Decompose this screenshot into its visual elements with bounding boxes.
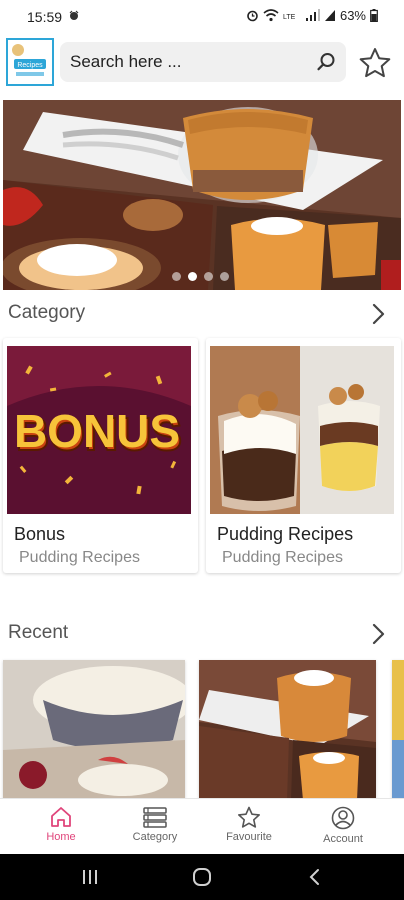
category-subtitle: Pudding Recipes bbox=[222, 549, 343, 566]
recent-section-header: Recent bbox=[0, 614, 404, 654]
category-section-header: Category bbox=[0, 294, 404, 334]
recent-card[interactable] bbox=[3, 660, 185, 800]
list-icon bbox=[143, 807, 167, 828]
star-icon bbox=[238, 806, 260, 828]
recent-image bbox=[392, 660, 404, 800]
notification-icon bbox=[69, 10, 79, 20]
carousel-dot[interactable] bbox=[172, 272, 181, 281]
search-input[interactable] bbox=[70, 42, 310, 82]
recent-image bbox=[3, 660, 185, 800]
chevron-right-icon[interactable] bbox=[368, 622, 388, 646]
bottom-navigation: Home Category Favourite Account bbox=[0, 798, 404, 854]
category-section-title: Category bbox=[8, 302, 86, 323]
recent-card[interactable] bbox=[199, 660, 376, 800]
battery-percent: 63% bbox=[339, 8, 366, 23]
back-icon[interactable] bbox=[304, 867, 326, 887]
nav-label: Favourite bbox=[226, 831, 272, 843]
signal-icon-2 bbox=[324, 10, 335, 21]
svg-text:LTE: LTE bbox=[283, 14, 296, 21]
carousel-dot[interactable] bbox=[220, 272, 229, 281]
nav-favourite[interactable]: Favourite bbox=[204, 799, 294, 855]
alarm-icon bbox=[247, 10, 258, 22]
nav-account[interactable]: Account bbox=[298, 799, 388, 855]
logo-text: Recipes bbox=[17, 62, 43, 69]
app-logo[interactable]: Recipes bbox=[6, 38, 54, 86]
battery-icon bbox=[370, 9, 378, 22]
category-subtitle: Pudding Recipes bbox=[19, 549, 140, 566]
recent-image bbox=[199, 660, 376, 800]
status-bar: 15:59 LTE 63% bbox=[0, 0, 404, 34]
home-icon bbox=[51, 807, 71, 827]
account-icon bbox=[331, 806, 355, 830]
category-image-bonus: BONUS BONUS bbox=[7, 346, 191, 514]
carousel-dot-active[interactable] bbox=[188, 272, 197, 281]
logo-image: Recipes bbox=[8, 40, 52, 84]
recent-section-title: Recent bbox=[8, 622, 69, 643]
recent-card-partial[interactable] bbox=[392, 660, 404, 800]
category-card-bonus[interactable]: BONUS BONUS Bonus Pudding Recipes bbox=[3, 338, 198, 573]
recents-icon[interactable] bbox=[79, 867, 101, 887]
nav-label: Account bbox=[323, 833, 363, 845]
search-bar[interactable] bbox=[60, 42, 346, 82]
status-icons: LTE 63% bbox=[246, 8, 378, 23]
nav-label: Category bbox=[132, 831, 178, 843]
category-card-pudding-recipes[interactable]: Pudding Recipes Pudding Recipes bbox=[206, 338, 401, 573]
category-name: Pudding Recipes bbox=[217, 524, 354, 544]
volte-icon: LTE bbox=[283, 14, 296, 21]
bonus-image-text-fill: BONUS bbox=[14, 405, 180, 457]
favourite-star-icon[interactable] bbox=[358, 46, 392, 80]
chevron-right-icon[interactable] bbox=[368, 302, 388, 326]
category-name: Bonus bbox=[14, 524, 66, 544]
nav-category[interactable]: Category bbox=[110, 799, 200, 855]
signal-icon bbox=[305, 9, 320, 21]
banner-carousel[interactable] bbox=[3, 100, 401, 290]
banner-image bbox=[3, 100, 401, 290]
wifi-icon bbox=[263, 9, 279, 22]
nav-label: Home bbox=[46, 831, 76, 843]
carousel-dots bbox=[172, 272, 229, 281]
app-header: Recipes bbox=[0, 34, 404, 92]
system-navigation-bar bbox=[0, 854, 404, 900]
carousel-dot[interactable] bbox=[204, 272, 213, 281]
status-time: 15:59 bbox=[27, 9, 63, 25]
nav-home[interactable]: Home bbox=[16, 799, 106, 855]
home-circle-icon[interactable] bbox=[191, 867, 213, 887]
category-image-pudding bbox=[210, 346, 394, 514]
search-icon[interactable] bbox=[316, 52, 336, 72]
